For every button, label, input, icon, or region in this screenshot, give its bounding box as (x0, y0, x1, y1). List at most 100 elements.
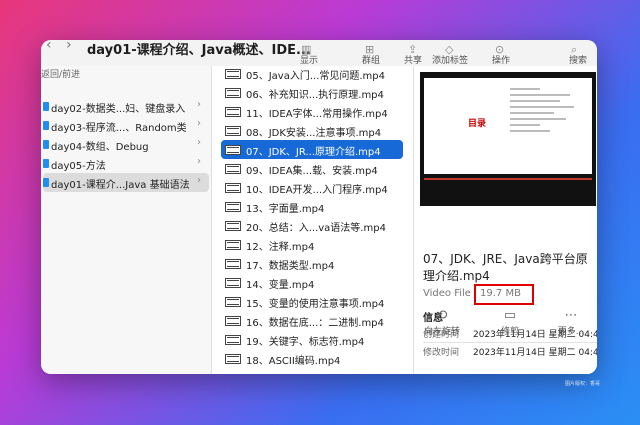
video-file-icon (225, 164, 241, 174)
file-column: 05、Java入门...常见问题.mp4 06、补充知识...执行原理.mp4 … (212, 66, 413, 374)
toolbar-label-add-tag[interactable]: 添加标签 (432, 53, 468, 66)
file-item-label: 15、变量的使用注意事项.mp4 (246, 299, 385, 310)
preview-file-title: 07、JDK、JRE、Java跨平台原理介绍.mp4 (423, 252, 588, 283)
file-item-label: 19、关键字、标志符.mp4 (246, 337, 365, 348)
rotate-left-label: 向左旋转 (423, 327, 460, 337)
folder-icon (43, 178, 49, 187)
video-file-icon (225, 335, 241, 345)
modified-row: 修改时间 2023年11月14日 星期二 04:48 (423, 345, 597, 359)
file-item-label: 07、JDK、JR...原理介绍.mp4 (246, 147, 381, 158)
modified-value: 2023年11月14日 星期二 04:48 (473, 348, 597, 358)
finder-window: ‹ › day01-课程介绍、Java概述、IDE... ▥ 显示 ⊞ 群组 ⇪… (41, 40, 597, 374)
folder-item-label: day04-数组、Debug (51, 142, 149, 153)
toolbar-label-action[interactable]: 操作 (492, 53, 510, 66)
file-item-label: 10、IDEA开发...入门程序.mp4 (246, 185, 388, 196)
folder-icon (43, 102, 49, 111)
folder-item[interactable]: day05-方法 › (43, 154, 209, 173)
folder-item[interactable]: day02-数据类...妇、键盘录入 › (43, 97, 209, 116)
video-file-icon (225, 202, 241, 212)
thumbnail-outline (510, 88, 580, 136)
toolbar-label-share[interactable]: 共享 (404, 53, 422, 66)
chevron-right-icon: › (197, 175, 201, 186)
file-item-label: 14、变量.mp4 (246, 280, 315, 291)
file-item[interactable]: 15、变量的使用注意事项.mp4 (221, 292, 403, 311)
highlight-box (474, 284, 534, 305)
file-item-label: 11、IDEA字体...常用操作.mp4 (246, 109, 388, 120)
file-item[interactable]: 16、数据在底...：二进制.mp4 (221, 311, 403, 330)
video-file-icon (225, 240, 241, 250)
modified-label: 修改时间 (423, 348, 460, 358)
video-file-icon (225, 221, 241, 231)
file-item-label: 12、注释.mp4 (246, 242, 315, 253)
back-forward-label: 返回/前进 (41, 70, 81, 80)
video-file-icon (225, 88, 241, 98)
video-thumbnail[interactable]: 目录 (420, 72, 596, 206)
window-title: day01-课程介绍、Java概述、IDE... (87, 43, 311, 58)
rotate-left-icon: ⟲ (436, 308, 448, 323)
file-item[interactable]: 09、IDEA集...载、安装.mp4 (221, 159, 403, 178)
video-file-icon (225, 278, 241, 288)
rotate-left-button[interactable]: ⟲ 向左旋转 (417, 308, 467, 337)
video-file-icon (225, 69, 241, 79)
chevron-right-icon: › (197, 99, 201, 110)
file-item[interactable]: 08、JDK安装...注意事项.mp4 (221, 121, 403, 140)
chevron-right-icon: › (197, 118, 201, 129)
folder-item-selected[interactable]: day01-课程介...Java 基础语法 › (43, 173, 209, 192)
file-item[interactable]: 10、IDEA开发...入门程序.mp4 (221, 178, 403, 197)
thumbnail-logo: 目录 (468, 119, 487, 129)
folder-icon (43, 159, 49, 168)
trim-button[interactable]: ▭ 修剪 (485, 308, 535, 337)
file-item-label: 08、JDK安装...注意事项.mp4 (246, 128, 382, 139)
file-item-label: 17、数据类型.mp4 (246, 261, 335, 272)
video-file-icon (225, 354, 241, 364)
file-item[interactable]: 18、ASCII编码.mp4 (221, 349, 403, 368)
thumbnail-progress-bar (424, 178, 592, 180)
more-button[interactable]: ⋯ 更多... (546, 308, 596, 337)
back-icon[interactable]: ‹ (46, 40, 52, 53)
file-item-label: 05、Java入门...常见问题.mp4 (246, 71, 386, 82)
folder-item[interactable]: day03-程序流...、Random类 › (43, 116, 209, 135)
folder-column: 返回/前进 day02-数据类...妇、键盘录入 › day03-程序流...、… (41, 66, 211, 374)
folder-icon (43, 140, 49, 149)
watermark: 图片版权：香哥 (565, 381, 601, 387)
video-file-icon (225, 297, 241, 307)
file-item-label: 20、总结：入...va语法等.mp4 (246, 223, 386, 234)
chevron-right-icon: › (197, 156, 201, 167)
chevron-right-icon: › (197, 137, 201, 148)
folder-item-label: day05-方法 (51, 161, 106, 172)
folder-item[interactable]: day04-数组、Debug › (43, 135, 209, 154)
folder-item-label: day01-课程介...Java 基础语法 (51, 180, 190, 191)
file-item[interactable]: 11、IDEA字体...常用操作.mp4 (221, 102, 403, 121)
trim-icon: ▭ (503, 308, 517, 323)
file-item[interactable]: 20、总结：入...va语法等.mp4 (221, 216, 403, 235)
video-file-icon (225, 259, 241, 269)
folder-item-label: day03-程序流...、Random类 (51, 123, 187, 134)
file-item-label: 06、补充知识...执行原理.mp4 (246, 90, 384, 101)
video-file-icon (225, 126, 241, 136)
toolbar: ‹ › day01-课程介绍、Java概述、IDE... ▥ 显示 ⊞ 群组 ⇪… (41, 40, 597, 67)
file-item-label: 13、字面量.mp4 (246, 204, 325, 215)
file-item[interactable]: 17、数据类型.mp4 (221, 254, 403, 273)
folder-item-label: day02-数据类...妇、键盘录入 (51, 104, 186, 115)
video-file-icon (225, 107, 241, 117)
forward-icon[interactable]: › (66, 40, 72, 53)
video-file-icon (225, 183, 241, 193)
more-label: 更多... (557, 327, 585, 337)
file-item[interactable]: 13、字面量.mp4 (221, 197, 403, 216)
file-item-label: 16、数据在底...：二进制.mp4 (246, 318, 384, 329)
file-item[interactable]: 06、补充知识...执行原理.mp4 (221, 83, 403, 102)
file-item-label: 09、IDEA集...载、安装.mp4 (246, 166, 378, 177)
file-item[interactable]: 14、变量.mp4 (221, 273, 403, 292)
file-item[interactable]: 12、注释.mp4 (221, 235, 403, 254)
folder-icon (43, 121, 49, 130)
file-item-selected[interactable]: 07、JDK、JR...原理介绍.mp4 (221, 140, 403, 159)
video-file-icon (225, 145, 241, 155)
toolbar-label-search[interactable]: 搜索 (569, 53, 587, 66)
trim-label: 修剪 (500, 327, 519, 337)
file-kind: Video File (423, 288, 471, 299)
video-file-icon (225, 316, 241, 326)
file-item[interactable]: 05、Java入门...常见问题.mp4 (221, 64, 403, 83)
meta-divider (423, 342, 597, 343)
thumbnail-slide: 目录 (424, 78, 592, 174)
file-item[interactable]: 19、关键字、标志符.mp4 (221, 330, 403, 349)
